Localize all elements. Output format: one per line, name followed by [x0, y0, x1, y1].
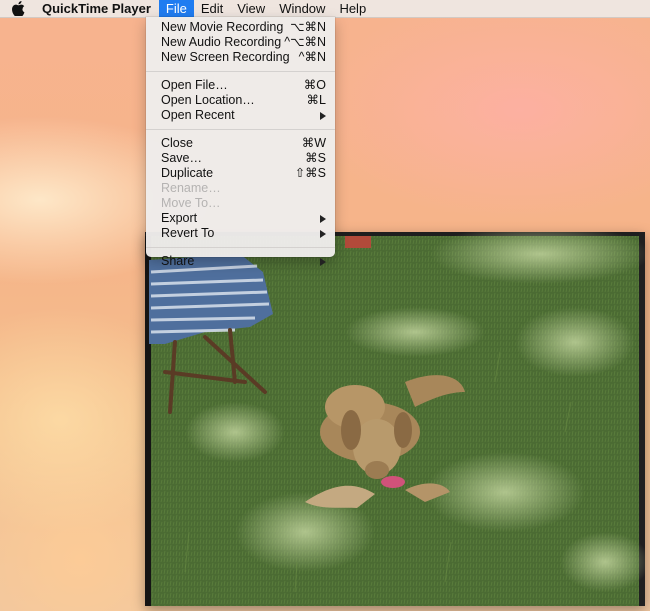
menu-item-rename: Rename…	[146, 181, 335, 196]
video-window[interactable]	[145, 232, 645, 606]
menu-separator	[146, 71, 335, 72]
submenu-arrow-icon	[320, 258, 326, 266]
menu-item-label: Share	[161, 254, 195, 268]
app-menu[interactable]: QuickTime Player	[42, 0, 159, 17]
menu-item-label: New Screen Recording	[161, 50, 290, 64]
menu-item-open-location[interactable]: Open Location… ⌘L	[146, 93, 335, 108]
menu-edit[interactable]: Edit	[194, 0, 230, 17]
submenu-arrow-icon	[320, 230, 326, 238]
shortcut-label: ⌥⌘N	[290, 20, 326, 34]
menu-bar: QuickTime Player File Edit View Window H…	[0, 0, 650, 18]
shortcut-label: ^⌘N	[298, 50, 326, 64]
menu-item-label: Open File…	[161, 78, 228, 92]
shortcut-label: ⇧⌘S	[294, 166, 326, 180]
menu-item-label: Open Location…	[161, 93, 255, 107]
video-frame	[145, 232, 645, 606]
menu-item-export[interactable]: Export	[146, 211, 335, 226]
menu-help[interactable]: Help	[332, 0, 373, 17]
menu-item-revert-to[interactable]: Revert To	[146, 226, 335, 241]
submenu-arrow-icon	[320, 215, 326, 223]
menu-window[interactable]: Window	[272, 0, 332, 17]
menu-item-open-file[interactable]: Open File… ⌘O	[146, 78, 335, 93]
menu-item-label: New Audio Recording	[161, 35, 282, 49]
shortcut-label: ^⌥⌘N	[284, 35, 326, 49]
menu-item-label: Revert To	[161, 226, 215, 240]
apple-icon[interactable]	[12, 0, 27, 17]
menu-item-duplicate[interactable]: Duplicate ⇧⌘S	[146, 166, 335, 181]
menu-item-label: Open Recent	[161, 108, 235, 122]
menu-file[interactable]: File	[158, 0, 194, 17]
menu-separator	[146, 247, 335, 248]
menu-item-open-recent[interactable]: Open Recent	[146, 108, 335, 123]
shortcut-label: ⌘L	[306, 93, 326, 107]
shortcut-label: ⌘S	[305, 151, 326, 165]
shortcut-label: ⌘O	[303, 78, 326, 92]
shortcut-label: ⌘W	[301, 136, 326, 150]
menu-item-label: Export	[161, 211, 198, 225]
menu-item-save[interactable]: Save… ⌘S	[146, 151, 335, 166]
menu-view[interactable]: View	[230, 0, 272, 17]
menu-item-label: Rename…	[161, 181, 221, 195]
menu-separator	[146, 129, 335, 130]
menu-item-close[interactable]: Close ⌘W	[146, 136, 335, 151]
menu-item-label: Save…	[161, 151, 202, 165]
menu-item-label: Move To…	[161, 196, 221, 210]
menu-item-label: Close	[161, 136, 193, 150]
menu-item-new-screen-recording[interactable]: New Screen Recording ^⌘N	[146, 50, 335, 65]
menu-item-label: Duplicate	[161, 166, 214, 180]
menu-item-new-movie-recording[interactable]: New Movie Recording ⌥⌘N	[146, 20, 335, 35]
file-menu-dropdown: New Movie Recording ⌥⌘N New Audio Record…	[146, 17, 335, 268]
menu-item-move-to: Move To…	[146, 196, 335, 211]
submenu-arrow-icon	[320, 112, 326, 120]
menu-item-share[interactable]: Share	[146, 254, 335, 269]
menu-item-label: New Movie Recording	[161, 20, 284, 34]
menu-item-new-audio-recording[interactable]: New Audio Recording ^⌥⌘N	[146, 35, 335, 50]
